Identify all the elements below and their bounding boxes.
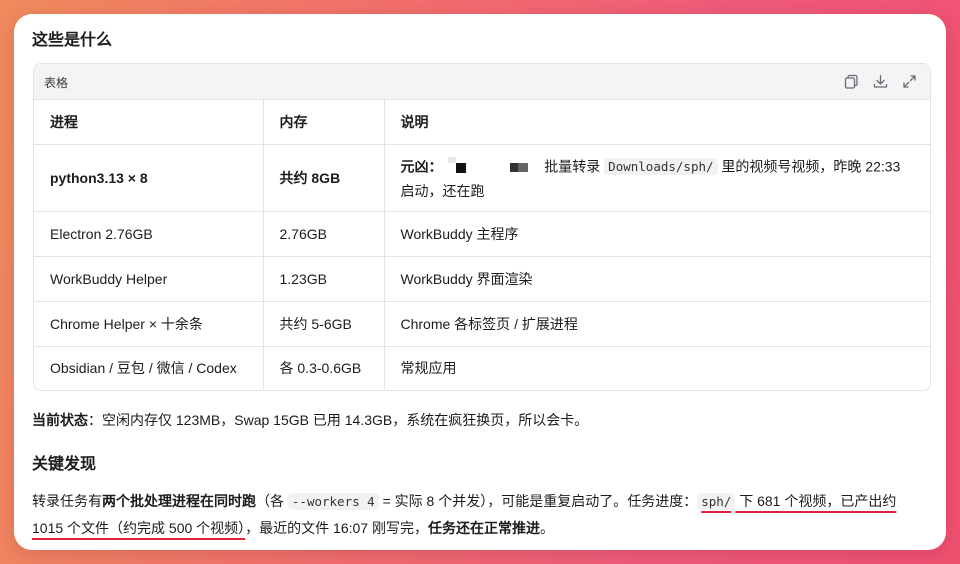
- cell-process: Chrome Helper × 十余条: [34, 301, 264, 347]
- column-header-process: 进程: [34, 100, 264, 145]
- column-header-description: 说明: [384, 100, 930, 145]
- cell-process: WorkBuddy Helper: [34, 256, 264, 302]
- workers-code: --workers 4: [287, 493, 379, 510]
- table-row: Chrome Helper × 十余条 共约 5-6GB Chrome 各标签页…: [34, 301, 930, 347]
- cell-description: 元凶： 批量转录 Downloads/sph/ 里的视频号视频，昨晚 22:33…: [384, 144, 930, 212]
- table-row: Electron 2.76GB 2.76GB WorkBuddy 主程序: [34, 211, 930, 257]
- table-row: WorkBuddy Helper 1.23GB WorkBuddy 界面渲染: [34, 256, 930, 302]
- findings-paragraph: 转录任务有两个批处理进程在同时跑（各 --workers 4 = 实际 8 个并…: [32, 493, 897, 536]
- table-row: python3.13 × 8 共约 8GB 元凶： 批量转录 Downloads…: [34, 144, 930, 212]
- path-code: Downloads/sph/: [604, 158, 718, 176]
- cell-process: Obsidian / 豆包 / 微信 / Codex: [34, 346, 264, 390]
- redacted-image: [448, 155, 538, 181]
- findings-heading: 关键发现: [32, 456, 97, 473]
- status-label: 当前状态: [32, 412, 88, 428]
- cell-description: Chrome 各标签页 / 扩展进程: [384, 301, 930, 347]
- sph-code: sph/: [697, 493, 736, 510]
- download-icon[interactable]: [872, 73, 889, 90]
- cell-memory: 1.23GB: [263, 256, 385, 302]
- table-row: Obsidian / 豆包 / 微信 / Codex 各 0.3-0.6GB 常…: [34, 346, 930, 390]
- cell-process: python3.13 × 8: [34, 144, 264, 212]
- cell-memory: 各 0.3-0.6GB: [263, 346, 385, 390]
- process-table: 表格 进程 内存 说明 python3.13 × 8 共约 8GB 元凶： 批量…: [33, 63, 931, 391]
- expand-icon[interactable]: [901, 73, 918, 90]
- cell-memory: 共约 8GB: [263, 144, 385, 212]
- cell-process: Electron 2.76GB: [34, 211, 264, 257]
- table-header-row: 进程 内存 说明: [34, 100, 930, 145]
- status-paragraph: 当前状态：空闲内存仅 123MB，Swap 15GB 已用 14.3GB，系统在…: [32, 410, 588, 430]
- cell-description: WorkBuddy 主程序: [384, 211, 930, 257]
- table-header-bar: 表格: [34, 64, 930, 100]
- culprit-label: 元凶：: [400, 158, 443, 175]
- status-text: ：空闲内存仅 123MB，Swap 15GB 已用 14.3GB，系统在疯狂换页…: [88, 412, 589, 428]
- chat-card: 这些是什么 表格 进程 内存 说明 python3.13 × 8 共约 8GB …: [14, 14, 946, 550]
- cell-description: WorkBuddy 界面渲染: [384, 256, 930, 302]
- table-title: 表格: [44, 76, 69, 90]
- table-body: 进程 内存 说明 python3.13 × 8 共约 8GB 元凶： 批量转录 …: [34, 100, 930, 390]
- cell-memory: 共约 5-6GB: [263, 301, 385, 347]
- copy-icon[interactable]: [843, 73, 860, 90]
- cell-description: 常规应用: [400, 360, 457, 377]
- column-header-memory: 内存: [263, 100, 385, 145]
- cell-memory: 2.76GB: [263, 211, 385, 257]
- section-heading: 这些是什么: [32, 32, 113, 49]
